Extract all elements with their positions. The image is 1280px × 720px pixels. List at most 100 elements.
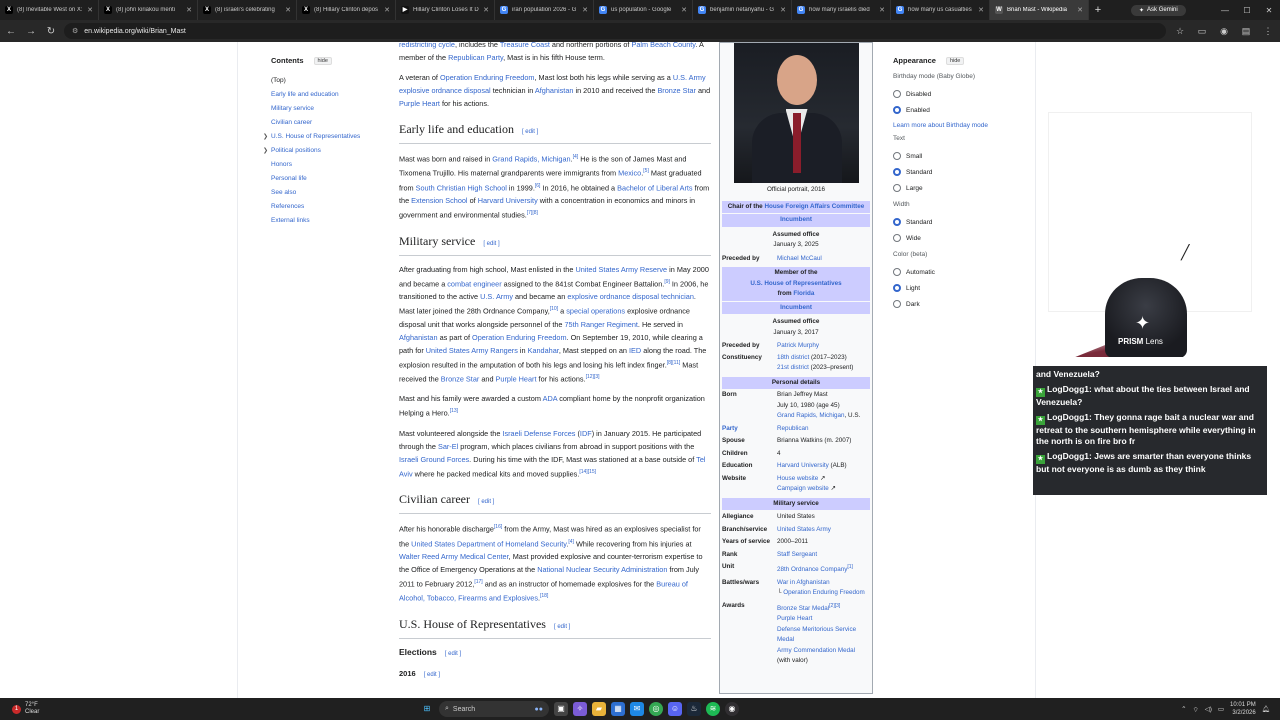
wiki-link[interactable]: Israeli Ground Forces — [399, 455, 469, 464]
mail-icon[interactable]: ✉ — [630, 702, 644, 716]
wiki-link[interactable]: Bronze Star — [657, 86, 696, 95]
text-size-radio[interactable]: Standard — [893, 164, 1013, 180]
browser-tab[interactable]: W Brian Mast - Wikipedia ✕ — [990, 0, 1089, 20]
edit-link[interactable]: [ edit ] — [445, 648, 461, 661]
wiki-link[interactable]: Purple Heart — [399, 99, 440, 108]
wiki-link[interactable]: explosive ordnance disposal technician — [567, 292, 694, 301]
incumbent-badge[interactable]: Incumbent — [722, 301, 870, 314]
browser-tab[interactable]: X (8) israeli's celebrating ✕ — [198, 0, 297, 20]
award-link[interactable]: Bronze Star Medal — [777, 605, 829, 612]
tab-close-icon[interactable]: ✕ — [186, 6, 192, 14]
wiki-link[interactable]: Afghanistan — [399, 333, 438, 342]
text-size-radio[interactable]: Large — [893, 180, 1013, 196]
width-radio[interactable]: Wide — [893, 230, 1013, 246]
chevron-right-icon[interactable]: ❯ — [263, 130, 268, 144]
edit-link[interactable]: [ edit ] — [522, 124, 538, 140]
weather-widget[interactable]: 1 72°F Clear — [0, 702, 420, 716]
wiki-link[interactable]: 75th Ranger Regiment — [565, 320, 638, 329]
toc-item[interactable]: Personal life — [271, 172, 381, 186]
minimize-icon[interactable]: — — [1214, 6, 1236, 15]
tab-close-icon[interactable]: ✕ — [978, 6, 984, 14]
wiki-link[interactable]: explosive ordnance disposal — [399, 86, 491, 95]
ask-gemini-button[interactable]: ✦ Ask Gemini — [1131, 4, 1186, 16]
tab-close-icon[interactable]: ✕ — [384, 6, 390, 14]
menu-icon[interactable]: ⋮ — [1260, 26, 1276, 37]
browser-tab[interactable]: Ghow many us casualties ✕ — [891, 0, 990, 20]
wiki-link[interactable]: Bronze Star — [441, 374, 480, 383]
district-link[interactable]: 21st district — [777, 364, 809, 371]
award-link[interactable]: Defense Meritorious Service Medal — [777, 626, 856, 644]
close-window-icon[interactable]: ✕ — [1258, 6, 1280, 15]
toc-item[interactable]: ❯ U.S. House of Representatives — [263, 130, 381, 144]
wiki-link[interactable]: Kandahar — [528, 346, 559, 355]
toc-item[interactable]: Civilian career — [271, 116, 381, 130]
award-link[interactable]: Purple Heart — [777, 615, 812, 622]
start-icon[interactable]: ⊞ — [420, 702, 434, 716]
birthday-mode-radio[interactable]: Disabled — [893, 86, 1013, 102]
edit-link[interactable]: [ edit ] — [478, 494, 494, 510]
wiki-link[interactable]: U.S. Army — [480, 292, 513, 301]
citation-link[interactable]: [10] — [550, 306, 558, 312]
toc-item[interactable]: (Top) — [271, 74, 381, 88]
color-mode-radio[interactable]: Dark — [893, 296, 1013, 312]
file-explorer-icon[interactable]: ▰ — [592, 702, 606, 716]
party-label-link[interactable]: Party — [722, 424, 777, 435]
wiki-link[interactable]: Israeli Defense Forces — [502, 429, 575, 438]
address-bar[interactable]: ⚙ en.wikipedia.org/wiki/Brian_Mast — [64, 23, 1166, 39]
toc-item[interactable]: ❯ Political positions — [263, 144, 381, 158]
citation-link[interactable]: [17] — [474, 579, 482, 585]
new-tab-button[interactable]: + — [1089, 4, 1107, 16]
wiki-link[interactable]: Operation Enduring Freedom — [440, 73, 535, 82]
tab-close-icon[interactable]: ✕ — [285, 6, 291, 14]
education-link[interactable]: Harvard University — [777, 462, 829, 469]
color-mode-radio[interactable]: Automatic — [893, 264, 1013, 280]
maximize-icon[interactable]: ☐ — [1236, 6, 1258, 15]
citation-link[interactable]: [12][3] — [586, 374, 600, 380]
volume-icon[interactable]: ◁) — [1205, 705, 1212, 713]
spotify-icon[interactable]: ≋ — [706, 702, 720, 716]
tab-close-icon[interactable]: ✕ — [87, 6, 93, 14]
rank-link[interactable]: Staff Sergeant — [777, 550, 870, 561]
citation-link[interactable]: [13] — [450, 408, 458, 414]
birthday-mode-link[interactable]: Learn more about Birthday mode — [893, 122, 1013, 129]
wiki-link[interactable]: ADA — [543, 394, 558, 403]
radio-button-icon[interactable] — [893, 90, 901, 98]
radio-button-icon[interactable] — [893, 234, 901, 242]
toc-item[interactable]: Honors — [271, 158, 381, 172]
wiki-link[interactable]: IED — [629, 346, 641, 355]
text-size-radio[interactable]: Small — [893, 148, 1013, 164]
tab-close-icon[interactable]: ✕ — [780, 6, 786, 14]
width-radio[interactable]: Standard — [893, 214, 1013, 230]
chrome-icon[interactable]: ◎ — [649, 702, 663, 716]
battery-icon[interactable]: ▭ — [1218, 705, 1224, 713]
citation-link[interactable]: [7][8] — [527, 210, 538, 216]
browser-tab[interactable]: Ghow many israelis died ✕ — [792, 0, 891, 20]
house-link[interactable]: U.S. House of Representatives — [750, 280, 841, 287]
store-icon[interactable]: ▦ — [611, 702, 625, 716]
tab-close-icon[interactable]: ✕ — [483, 6, 489, 14]
copilot-icon[interactable]: ✧ — [573, 702, 587, 716]
citation-link[interactable]: [14][15] — [579, 469, 596, 475]
campaign-website-link[interactable]: Campaign website — [777, 485, 829, 492]
citation-link[interactable]: [18] — [540, 593, 548, 599]
wiki-link[interactable]: Bachelor of Liberal Arts — [617, 183, 692, 192]
branch-link[interactable]: United States Army — [777, 525, 870, 536]
district-link[interactable]: 18th district — [777, 354, 809, 361]
tray-chevron-icon[interactable]: ⌃ — [1181, 705, 1186, 713]
wiki-link[interactable]: United States Army Rangers — [426, 346, 518, 355]
radio-button-icon[interactable] — [893, 168, 901, 176]
account-icon[interactable]: ◉ — [1216, 26, 1232, 37]
predecessor-link[interactable]: Patrick Murphy — [777, 341, 870, 352]
wiki-link[interactable]: special operations — [566, 307, 625, 316]
party-link[interactable]: Republican — [777, 424, 870, 435]
browser-tab[interactable]: ▶ Hillary Clinton Loses It D ✕ — [396, 0, 495, 20]
site-info-icon[interactable]: ⚙ — [72, 27, 78, 35]
extensions-icon[interactable]: ▤ — [1238, 26, 1254, 37]
wiki-link[interactable]: South Christian High School — [416, 183, 507, 192]
wiki-link[interactable]: IDF — [580, 429, 592, 438]
wiki-link[interactable]: U.S. Army — [673, 73, 706, 82]
predecessor-link[interactable]: Michael McCaul — [777, 254, 870, 265]
tab-close-icon[interactable]: ✕ — [582, 6, 588, 14]
radio-button-icon[interactable] — [893, 106, 901, 114]
discord-icon[interactable]: ☺ — [668, 702, 682, 716]
